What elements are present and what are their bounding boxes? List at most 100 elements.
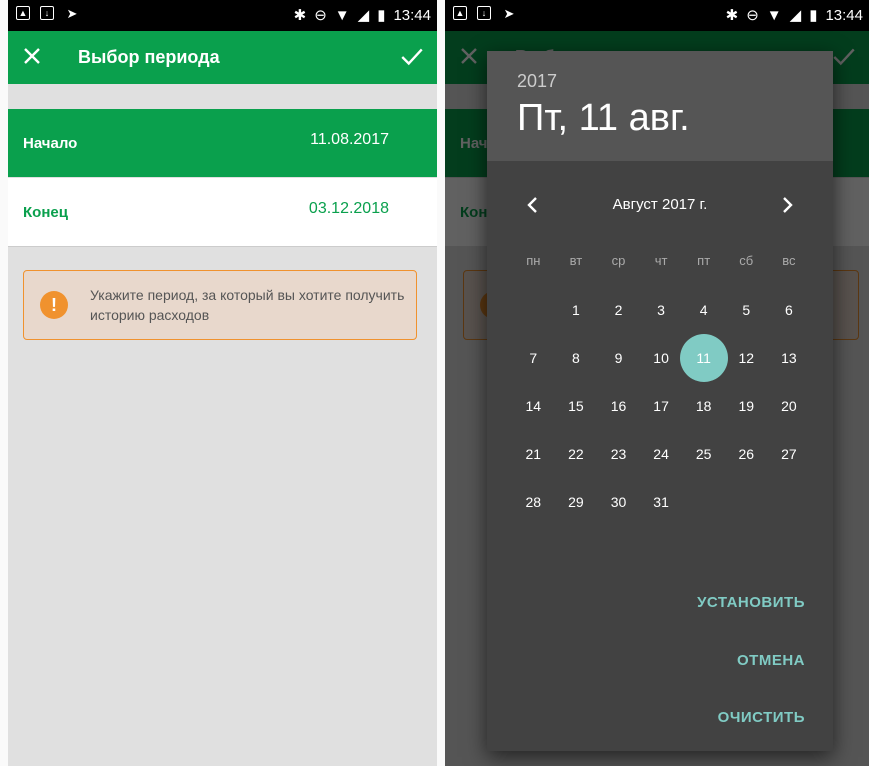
wifi-icon: ▼ <box>766 6 782 24</box>
calendar-day[interactable]: 6 <box>768 286 811 334</box>
calendar-day-number: 8 <box>571 350 580 366</box>
calendar-day[interactable]: 28 <box>512 478 555 526</box>
calendar-day[interactable]: 4 <box>682 286 725 334</box>
calendar-day-number: 18 <box>695 398 712 414</box>
calendar-day-number: 3 <box>657 302 665 318</box>
status-time: 13:44 <box>393 6 431 24</box>
calendar-day[interactable]: 15 <box>555 382 598 430</box>
calendar-day[interactable]: 29 <box>555 478 598 526</box>
calendar-day[interactable]: 8 <box>555 334 598 382</box>
clear-button[interactable]: ОЧИСТИТЬ <box>718 709 805 726</box>
screen-period-select: ▲ ↓ ➤ ✱ ⊖ ▼ ◢ ▮ 13:44 Выбор периода Нача… <box>8 0 437 766</box>
bluetooth-icon: ✱ <box>293 7 307 24</box>
battery-icon: ▮ <box>377 7 386 24</box>
calendar-day[interactable]: 9 <box>597 334 640 382</box>
calendar-day-number: 14 <box>525 398 542 414</box>
calendar-day[interactable]: 1 <box>555 286 598 334</box>
close-icon[interactable] <box>20 44 44 68</box>
calendar-day[interactable]: 27 <box>768 430 811 478</box>
calendar-day[interactable]: 7 <box>512 334 555 382</box>
dnd-icon: ⊖ <box>314 7 327 24</box>
calendar-day-number: 6 <box>784 302 793 318</box>
calendar-day-number: 11 <box>696 350 711 366</box>
picker-year[interactable]: 2017 <box>517 71 557 92</box>
set-button[interactable]: УСТАНОВИТЬ <box>697 594 805 611</box>
start-date-value: 11.08.2017 <box>310 131 389 148</box>
calendar-day[interactable]: 18 <box>682 382 725 430</box>
exclamation-icon: ! <box>40 291 68 319</box>
calendar-week-row: 14 15 16 17 18 19 20 <box>512 382 832 430</box>
calendar-day[interactable]: 13 <box>768 334 811 382</box>
calendar-day-number: 24 <box>653 446 669 462</box>
calendar-day[interactable]: 3 <box>640 286 683 334</box>
calendar-day[interactable]: 25 <box>682 430 725 478</box>
weekday-header: пн вт ср чт пт сб вс <box>512 246 832 276</box>
calendar-day[interactable]: 20 <box>768 382 811 430</box>
calendar-day[interactable]: 17 <box>640 382 683 430</box>
screen-date-picker: ▲ ↓ ➤ ✱ ⊖ ▼ ◢ ▮ 13:44 Выбор периода Нача… <box>445 0 869 766</box>
calendar-day-number: 12 <box>738 350 755 366</box>
calendar-day[interactable]: 5 <box>725 286 768 334</box>
no-signal-icon: ◢ <box>789 7 802 24</box>
calendar-day-number: 9 <box>614 350 623 366</box>
calendar-day[interactable]: 26 <box>725 430 768 478</box>
period-start-row[interactable]: Начало 11.08.2017 <box>8 109 437 177</box>
calendar-day[interactable]: 19 <box>725 382 768 430</box>
download-notification-icon: ↓ <box>40 6 54 20</box>
calendar-day[interactable]: 22 <box>555 430 598 478</box>
weekday-label: чт <box>654 253 668 268</box>
calendar-day-number: 31 <box>653 494 669 510</box>
calendar-day[interactable]: 23 <box>597 430 640 478</box>
calendar-day-number: 1 <box>571 302 580 318</box>
app-bar: Выбор периода <box>8 31 437 84</box>
confirm-check-icon[interactable] <box>399 44 425 70</box>
calendar-week-row: 28 29 30 31 <box>512 478 832 526</box>
calendar-day[interactable]: 21 <box>512 430 555 478</box>
calendar-day[interactable]: 24 <box>640 430 683 478</box>
period-end-row[interactable]: Конец 03.12.2018 <box>8 178 437 247</box>
calendar-day-number: 16 <box>610 398 627 414</box>
calendar-week-row: 7 8 9 10 11 12 13 <box>512 334 832 382</box>
download-notification-icon: ↓ <box>477 6 491 20</box>
dnd-icon: ⊖ <box>746 7 759 24</box>
wifi-icon: ▼ <box>334 6 350 24</box>
end-date-value: 03.12.2018 <box>308 200 389 217</box>
calendar-day-number: 26 <box>738 446 755 462</box>
calendar-day-number: 17 <box>653 398 669 414</box>
weekday-label: вс <box>782 253 796 268</box>
calendar-day-number: 23 <box>610 446 627 462</box>
image-notification-icon: ▲ <box>16 6 30 20</box>
calendar-day-number: 29 <box>568 494 584 510</box>
date-picker-header: 2017 Пт, 11 авг. <box>487 51 833 161</box>
calendar-day[interactable]: 31 <box>640 478 683 526</box>
page-title: Выбор периода <box>78 47 220 67</box>
calendar-day-selected[interactable]: 11 <box>679 334 728 382</box>
calendar-day[interactable]: 30 <box>597 478 640 526</box>
calendar-day[interactable]: 10 <box>640 334 683 382</box>
calendar-day-number: 10 <box>653 350 669 366</box>
status-bar: ▲ ↓ ➤ ✱ ⊖ ▼ ◢ ▮ 13:44 <box>445 0 869 31</box>
calendar-day[interactable]: 12 <box>725 334 768 382</box>
calendar-day-number: 5 <box>742 302 751 318</box>
calendar-day-number: 19 <box>738 398 755 414</box>
calendar-day[interactable]: 2 <box>597 286 640 334</box>
calendar-day[interactable]: 16 <box>597 382 640 430</box>
calendar-day-number: 25 <box>695 446 712 462</box>
calendar-week-row: 21 22 23 24 25 26 27 <box>512 430 832 478</box>
app-notification-icon: ➤ <box>503 6 515 21</box>
calendar-day-number: 15 <box>568 398 584 414</box>
warning-banner: ! Укажите период, за который вы хотите п… <box>23 270 417 340</box>
calendar-day-number: 30 <box>610 494 627 510</box>
no-signal-icon: ◢ <box>357 7 370 24</box>
calendar-day-number: 20 <box>781 398 797 414</box>
end-label: Конец <box>23 204 68 221</box>
chevron-right-icon[interactable] <box>775 193 799 217</box>
calendar-day[interactable]: 14 <box>512 382 555 430</box>
start-label: Начало <box>23 135 78 152</box>
warning-text: Укажите период, за который вы хотите пол… <box>90 287 405 323</box>
weekday-label: пн <box>526 253 541 268</box>
calendar-empty-cell <box>768 478 811 526</box>
calendar-day-number: 27 <box>781 446 797 462</box>
calendar-day-number: 21 <box>525 446 542 462</box>
cancel-button[interactable]: ОТМЕНА <box>737 652 805 669</box>
